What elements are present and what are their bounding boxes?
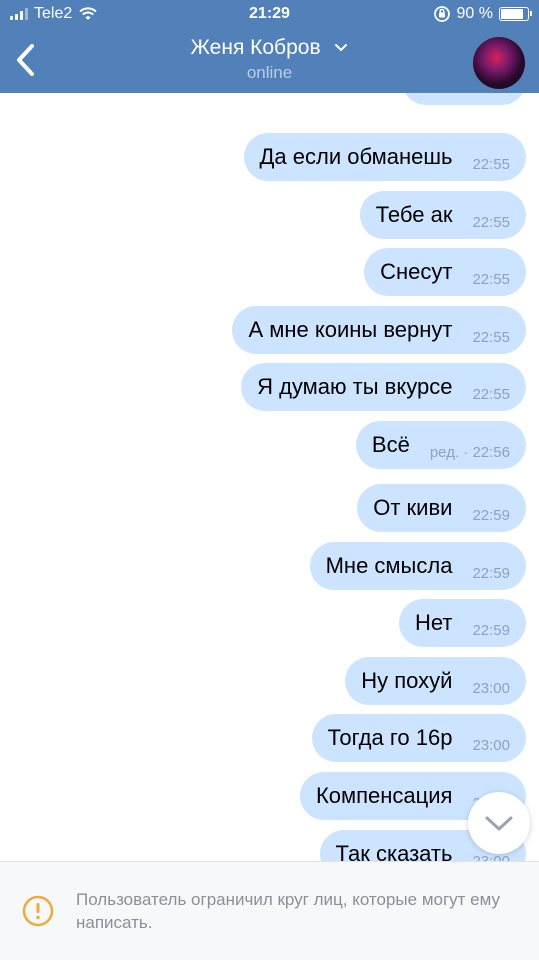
message-text: Да если обманешь — [259, 144, 453, 169]
status-right: 90 % — [433, 5, 532, 23]
message-bubble[interactable]: Всё ред. · 22:56 — [355, 421, 526, 469]
message-text: Я думаю ты вкурсе — [257, 374, 453, 399]
message-bubble[interactable]: Ну похуй 23:00 — [345, 657, 526, 705]
message-time: 22:55 — [472, 385, 510, 403]
message-text: Так сказать — [335, 841, 453, 861]
message-text: Тебе ак — [375, 202, 453, 227]
contact-name: Женя Кобров — [190, 36, 321, 59]
message-bubble[interactable]: Да если обманешь 22:55 — [243, 133, 526, 181]
chat-header: Tele2 21:29 90 % Женя Кобров online — [0, 0, 539, 93]
scroll-down-button[interactable] — [468, 792, 530, 854]
message-bubble[interactable]: Нет 22:59 — [398, 599, 526, 647]
message-text: Нет — [414, 610, 453, 635]
message-bubble[interactable]: Снесут 22:55 — [364, 248, 526, 296]
message-text: Ну похуй — [361, 668, 453, 693]
message-time: 22:55 — [472, 270, 510, 288]
battery-percent: 90 % — [456, 5, 493, 22]
chevron-down-icon — [335, 44, 348, 52]
message-text: Мне смысла — [325, 553, 453, 578]
battery-fill — [501, 9, 523, 19]
message-bubble[interactable]: Ага 22:55 — [402, 93, 526, 105]
message-time: 22:55 — [472, 93, 510, 97]
message-text: Компенсация — [315, 783, 453, 808]
contact-status: online — [246, 63, 293, 82]
orientation-lock-icon — [433, 6, 450, 22]
message-time: 22:59 — [472, 621, 510, 639]
message-time: 22:55 — [472, 155, 510, 173]
message-time: 23:00 — [472, 736, 510, 754]
status-bar: Tele2 21:29 90 % — [0, 0, 539, 30]
message-text: Снесут — [380, 259, 453, 284]
scroll-down-icon — [485, 816, 513, 831]
message-text: А мне коины вернут — [248, 317, 453, 342]
notice-text: Пользователь ограничил круг лиц, которые… — [76, 890, 501, 932]
warning-icon — [22, 895, 54, 927]
message-time: 23:00 — [472, 679, 510, 697]
message-time: 22:55 — [472, 213, 510, 231]
message-list[interactable]: Ага 22:55 Да если обманешь 22:55 Тебе ак 22:5… — [0, 93, 539, 861]
message-time: 22:55 — [472, 328, 510, 346]
message-bubble[interactable]: Я думаю ты вкурсе 22:55 — [241, 363, 526, 411]
message-text: Всё — [371, 432, 410, 457]
message-time: 22:59 — [472, 506, 510, 524]
message-text: Тогда го 16р — [327, 725, 453, 750]
message-time: 22:59 — [472, 564, 510, 582]
avatar[interactable] — [473, 37, 525, 89]
message-bubble[interactable]: Мне смысла 22:59 — [309, 542, 526, 590]
message-bubble[interactable]: От киви 22:59 — [357, 484, 526, 532]
contact-title[interactable]: Женя Кобров — [0, 36, 539, 60]
message-bubble[interactable]: Тогда го 16р 23:00 — [311, 714, 526, 762]
message-bubble[interactable]: А мне коины вернут 22:55 — [232, 306, 526, 354]
message-text: От киви — [373, 495, 453, 520]
message-bubble[interactable]: Тебе ак 22:55 — [359, 191, 526, 239]
battery-icon — [499, 7, 532, 21]
message-time: ред. · 22:56 — [429, 443, 510, 461]
message-text: Ага — [418, 93, 452, 94]
